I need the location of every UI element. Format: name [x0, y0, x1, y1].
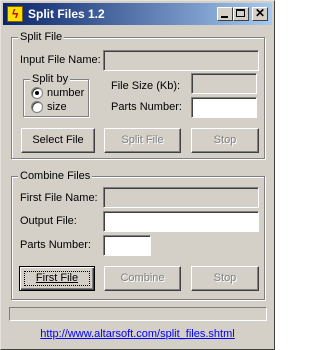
split-stop-button[interactable]: Stop	[191, 128, 259, 153]
select-file-label: Select File	[32, 134, 84, 146]
combine-parts-number-label: Parts Number:	[20, 239, 91, 251]
split-files-window: ϟ Split Files 1.2 ✕ Split File Input Fil…	[0, 0, 275, 350]
maximize-icon	[236, 9, 245, 17]
output-file-label: Output File:	[20, 215, 77, 227]
split-stop-label: Stop	[213, 134, 237, 146]
first-file-button[interactable]: First File	[19, 266, 95, 291]
input-file-name-label: Input File Name:	[20, 54, 101, 66]
website-link[interactable]: http://www.altarsoft.com/split_files.sht…	[1, 327, 274, 341]
file-size-label: File Size (Kb):	[111, 80, 181, 92]
close-button[interactable]: ✕	[252, 6, 268, 21]
number-radio-label: number	[47, 87, 85, 99]
first-file-label: First File	[35, 272, 79, 284]
combine-stop-label: Stop	[213, 272, 237, 284]
size-radio-label: size	[47, 101, 67, 113]
input-file-name-field[interactable]	[103, 50, 259, 71]
combine-label: Combine	[120, 272, 165, 284]
close-icon: ✕	[254, 6, 266, 20]
status-bar	[9, 307, 267, 321]
split-file-group-label: Split File	[18, 30, 65, 44]
combine-files-group-label: Combine Files	[18, 169, 93, 183]
number-radio[interactable]	[31, 87, 43, 99]
minimize-button[interactable]	[217, 7, 233, 21]
combine-button[interactable]: Combine	[104, 266, 181, 291]
first-file-name-field[interactable]	[103, 187, 259, 208]
first-file-name-label: First File Name:	[20, 192, 98, 204]
size-radio[interactable]	[31, 101, 43, 113]
title-bar[interactable]: ϟ Split Files 1.2 ✕	[3, 3, 272, 25]
minimize-icon	[221, 16, 228, 18]
output-file-field[interactable]	[103, 211, 259, 232]
select-file-button[interactable]: Select File	[21, 128, 95, 153]
split-file-button[interactable]: Split File	[104, 128, 181, 153]
combine-stop-button[interactable]: Stop	[191, 266, 259, 291]
split-file-label: Split File	[121, 134, 164, 146]
maximize-button[interactable]	[233, 7, 249, 21]
file-size-field[interactable]	[191, 73, 257, 94]
combine-parts-number-field[interactable]	[103, 235, 151, 256]
split-parts-number-field[interactable]	[191, 97, 257, 118]
split-by-label: Split by	[30, 72, 71, 86]
split-parts-number-label: Parts Number:	[111, 101, 182, 113]
window-title: Split Files 1.2	[28, 7, 105, 21]
lightning-bolt-icon[interactable]: ϟ	[7, 6, 23, 22]
